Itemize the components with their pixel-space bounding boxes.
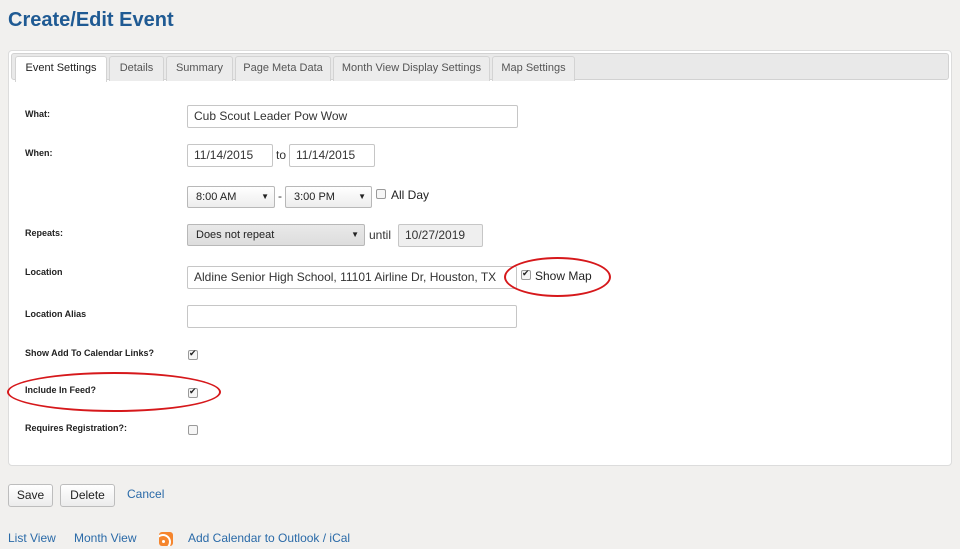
list-view-link[interactable]: List View (8, 531, 56, 545)
repeat-until-date-input[interactable]: 10/27/2019 (398, 224, 483, 247)
end-time-value: 3:00 PM (294, 191, 335, 203)
repeats-label: Repeats: (25, 228, 64, 238)
when-label: When: (25, 148, 53, 158)
start-time-select[interactable]: 8:00 AM ▼ (187, 186, 275, 208)
chevron-down-icon: ▼ (351, 230, 359, 239)
show-add-to-calendar-checkbox[interactable] (188, 348, 198, 360)
chevron-down-icon: ▼ (358, 192, 366, 201)
end-time-select[interactable]: 3:00 PM ▼ (285, 186, 372, 208)
tab-page-meta-data[interactable]: Page Meta Data (235, 56, 331, 81)
what-input[interactable]: Cub Scout Leader Pow Wow (187, 105, 518, 128)
show-map-label: Show Map (535, 269, 592, 283)
repeats-value: Does not repeat (196, 229, 275, 241)
requires-registration-checkbox[interactable] (188, 425, 198, 435)
event-form-panel: Event Settings Details Summary Page Meta… (7, 50, 952, 466)
page-title: Create/Edit Event (8, 9, 174, 31)
tab-map-settings[interactable]: Map Settings (492, 56, 575, 81)
date-range-separator: to (276, 148, 287, 162)
start-time-value: 8:00 AM (196, 191, 237, 203)
show-map-checkbox[interactable] (521, 268, 531, 280)
show-add-to-calendar-label: Show Add To Calendar Links? (25, 348, 155, 358)
end-date-input[interactable]: 11/14/2015 (289, 144, 375, 167)
rss-feed-icon[interactable] (159, 532, 173, 546)
delete-button[interactable]: Delete (60, 484, 115, 507)
location-alias-label: Location Alias (25, 309, 87, 319)
month-view-link[interactable]: Month View (74, 531, 136, 545)
repeats-until-label: until (369, 228, 392, 242)
what-label: What: (25, 109, 50, 119)
repeats-select[interactable]: Does not repeat ▼ (187, 224, 365, 246)
tab-summary[interactable]: Summary (166, 56, 233, 81)
include-in-feed-label: Include In Feed? (25, 385, 97, 395)
tab-details[interactable]: Details (109, 56, 164, 81)
add-calendar-link[interactable]: Add Calendar to Outlook / iCal (188, 531, 350, 545)
start-date-input[interactable]: 11/14/2015 (187, 144, 273, 167)
time-range-separator: - (278, 189, 282, 203)
all-day-label: All Day (391, 188, 430, 202)
tab-bar: Event Settings Details Summary Page Meta… (11, 53, 949, 82)
tab-event-settings[interactable]: Event Settings (15, 56, 107, 82)
cancel-link[interactable]: Cancel (127, 487, 164, 501)
requires-registration-label: Requires Registration?: (25, 423, 128, 433)
location-input[interactable]: Aldine Senior High School, 11101 Airline… (187, 266, 517, 289)
location-label: Location (25, 267, 63, 277)
save-button[interactable]: Save (8, 484, 53, 507)
tab-month-view-display-settings[interactable]: Month View Display Settings (333, 56, 490, 81)
chevron-down-icon: ▼ (261, 192, 269, 201)
all-day-checkbox[interactable] (376, 189, 386, 199)
include-in-feed-checkbox[interactable] (188, 386, 198, 398)
location-alias-input[interactable] (187, 305, 517, 328)
